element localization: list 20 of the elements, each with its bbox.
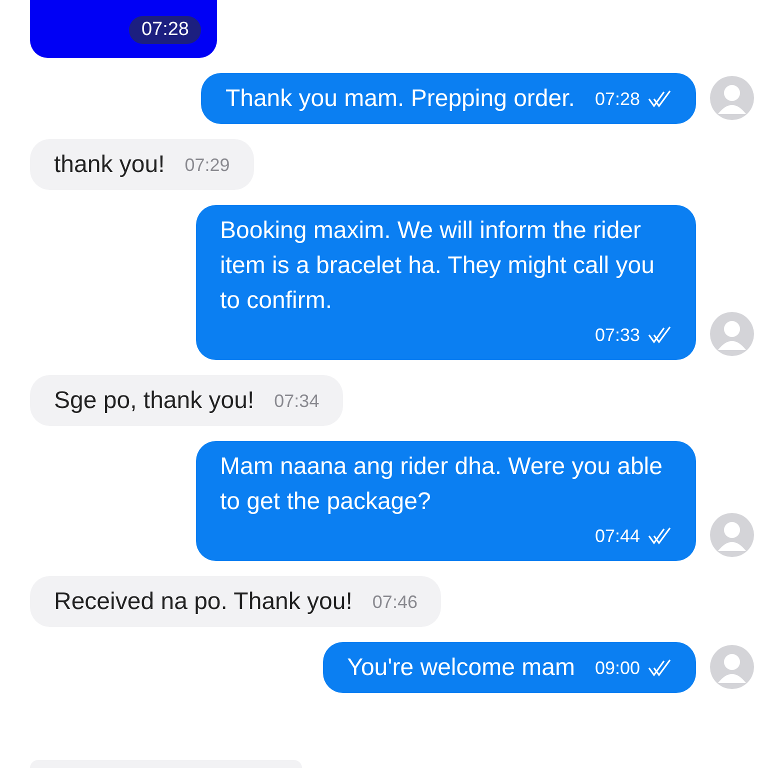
message-time: 07:44 [594,525,640,548]
message-time: 07:28 [594,88,640,111]
message-time: 07:34 [274,390,320,413]
avatar-icon[interactable] [710,513,754,557]
message-time: 07:29 [184,154,230,177]
message-text: thank you! [54,150,165,180]
message-time: 07:33 [594,324,640,347]
message-text: Received na po. Thank you! [54,587,352,617]
message-text: Mam naana ang rider dha. Were you able to get the package? [220,452,664,517]
message-text: You're welcome mam [347,653,575,683]
message-time: 09:00 [594,657,640,680]
message-time: 07:28 [129,16,201,44]
message-text: Booking maxim. We will inform the rider item is a bracelet ha. They might call you to confirm. [220,216,656,316]
message-text: Thank you mam. Prepping order. [225,84,575,114]
media-bubble[interactable]: 07:28 [30,0,217,58]
avatar-icon[interactable] [710,312,754,356]
avatar-icon[interactable] [710,76,754,120]
avatar-icon[interactable] [710,645,754,689]
message-text: Sge po, thank you! [54,386,254,416]
message-time: 07:46 [372,591,418,614]
